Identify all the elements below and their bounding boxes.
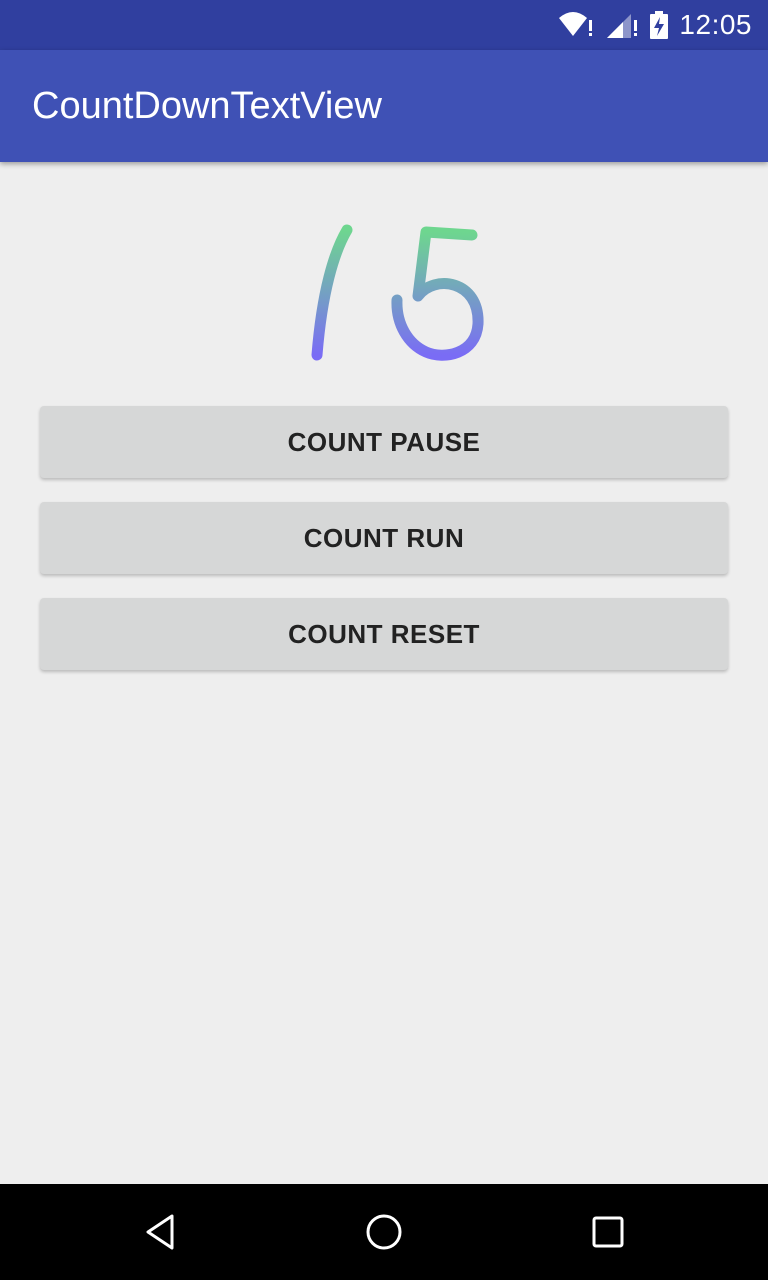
count-run-button[interactable]: COUNT RUN bbox=[40, 502, 728, 574]
recents-icon bbox=[592, 1216, 624, 1248]
status-icons: 12:05 bbox=[557, 0, 752, 50]
recents-button[interactable] bbox=[560, 1184, 656, 1280]
count-reset-button[interactable]: COUNT RESET bbox=[40, 598, 728, 670]
wifi-alert-icon bbox=[557, 10, 595, 40]
battery-charging-icon bbox=[649, 10, 669, 40]
countdown-display: 15 bbox=[284, 212, 484, 372]
home-icon bbox=[366, 1214, 402, 1250]
status-time: 12:05 bbox=[679, 9, 752, 40]
navigation-bar bbox=[0, 1184, 768, 1280]
main-content: 15 COUNT PAUSE COUNT RUN COUNT RESET bbox=[0, 162, 768, 1184]
app-title: CountDownTextView bbox=[32, 84, 382, 127]
signal-alert-icon bbox=[605, 10, 639, 40]
countdown-number-graphic bbox=[311, 224, 484, 361]
home-button[interactable] bbox=[336, 1184, 432, 1280]
app-bar: CountDownTextView bbox=[0, 50, 768, 162]
back-button[interactable] bbox=[112, 1184, 208, 1280]
screen: 12:05 CountDownTextView 15 COUNT bbox=[0, 0, 768, 1280]
back-icon bbox=[146, 1214, 174, 1250]
count-pause-button[interactable]: COUNT PAUSE bbox=[40, 406, 728, 478]
status-bar: 12:05 bbox=[0, 0, 768, 50]
